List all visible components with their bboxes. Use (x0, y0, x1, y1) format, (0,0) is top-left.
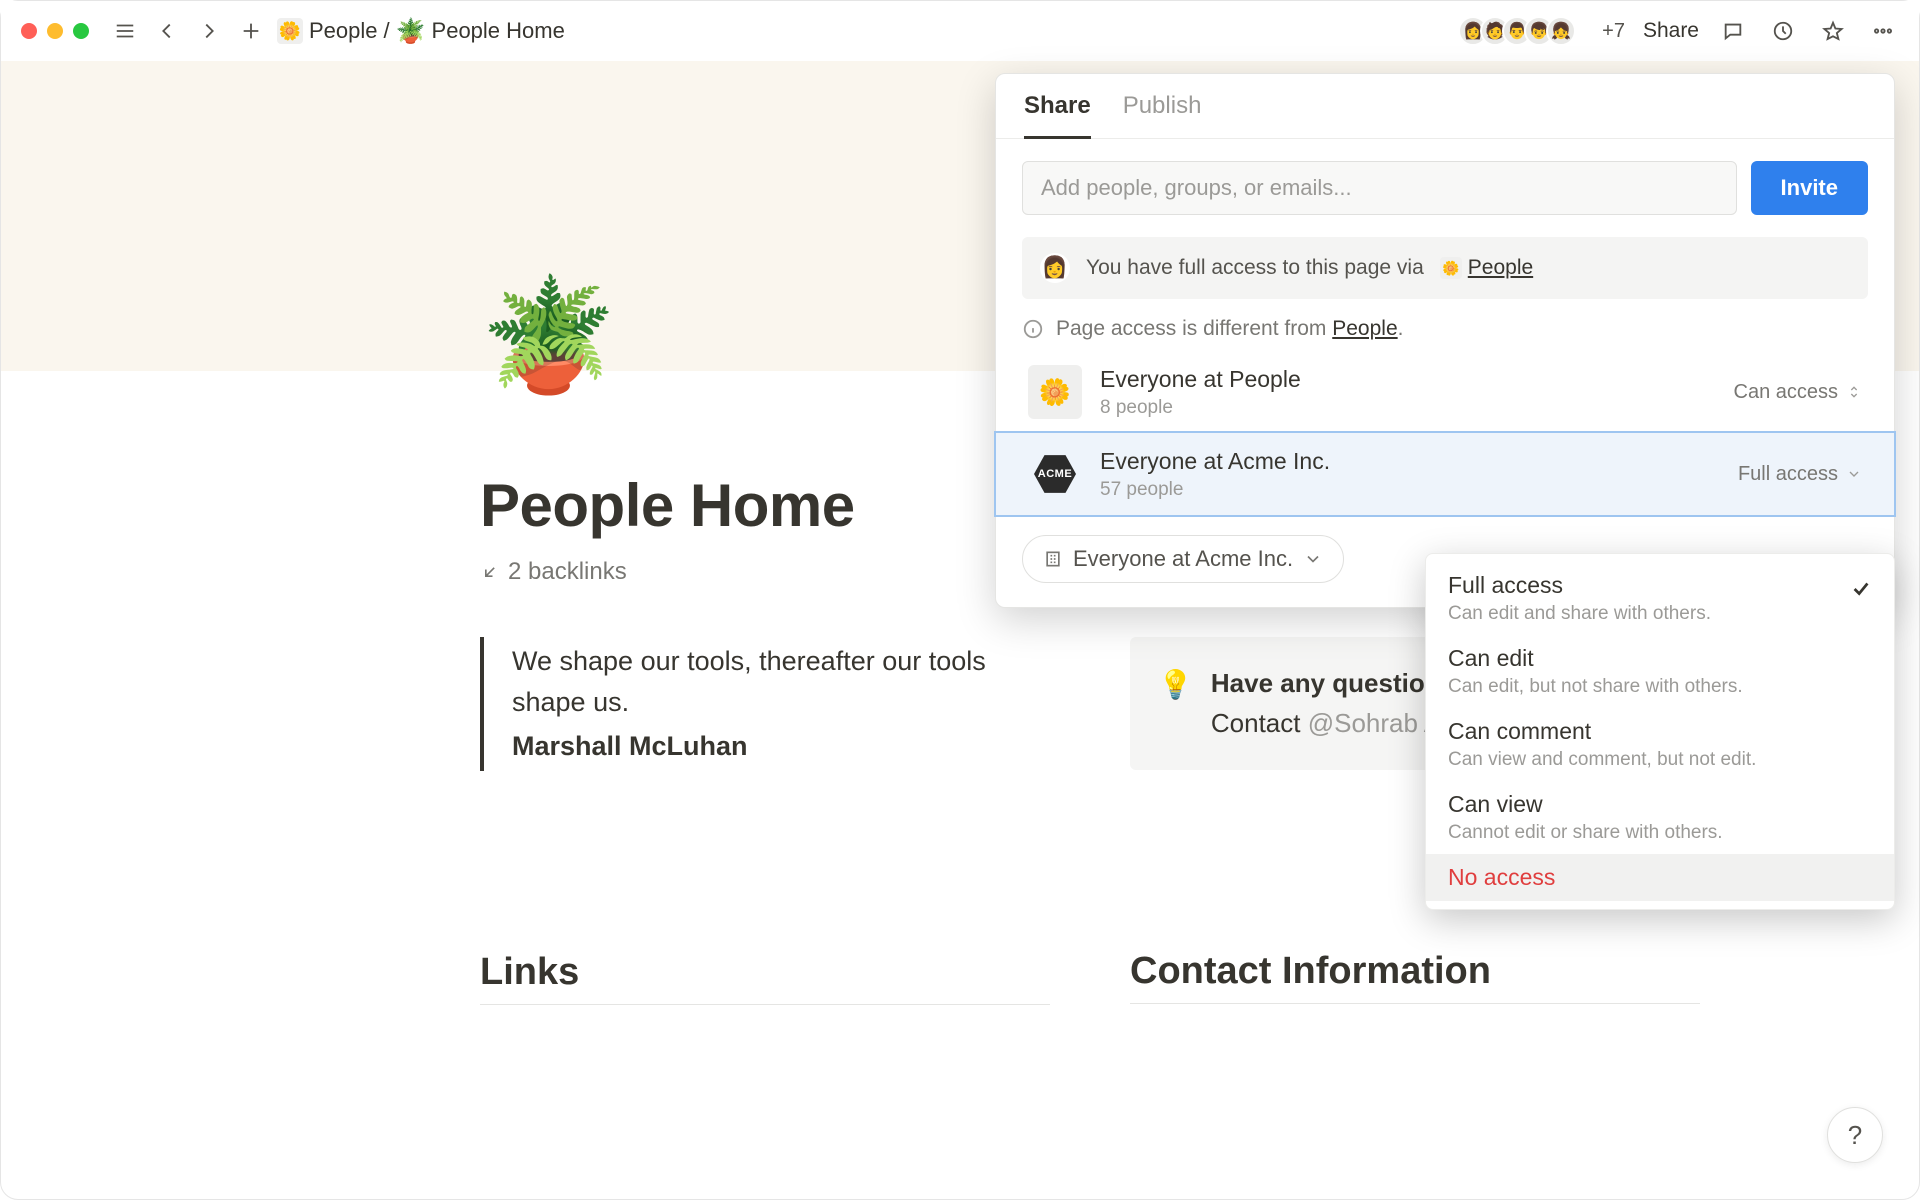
permission-option[interactable]: Can view Cannot edit or share with others… (1426, 781, 1894, 854)
banner-source-chip[interactable]: 🌼 People (1440, 256, 1533, 280)
access-banner: 👩 You have full access to this page via … (1022, 237, 1868, 299)
diff-text-b: . (1398, 317, 1404, 340)
quote-text: We shape our tools, thereafter our tools… (512, 641, 1050, 722)
entity-sub: 8 people (1100, 397, 1716, 419)
entity-title: Everyone at People (1100, 366, 1716, 393)
tab-publish[interactable]: Publish (1123, 92, 1202, 138)
links-heading[interactable]: Links (480, 951, 1050, 1005)
backlink-icon (480, 562, 500, 582)
permission-option-title: No access (1448, 864, 1872, 891)
info-icon (1022, 318, 1044, 340)
chevron-down-icon (1846, 466, 1862, 482)
permission-option[interactable]: Full access Can edit and share with other… (1426, 562, 1894, 635)
entity-sub: 57 people (1100, 479, 1720, 501)
workspace-pill[interactable]: Everyone at Acme Inc. (1022, 535, 1344, 583)
banner-chip-label: People (1468, 256, 1533, 280)
help-button[interactable]: ? (1827, 1107, 1883, 1163)
mention[interactable]: @Sohrab A (1308, 708, 1440, 738)
callout-text-a: Contact (1211, 708, 1308, 738)
invite-input[interactable] (1022, 161, 1737, 215)
invite-button[interactable]: Invite (1751, 161, 1868, 215)
sort-icon (1846, 384, 1862, 400)
chevron-down-icon (1303, 549, 1323, 569)
permission-option[interactable]: Can comment Can view and comment, but not… (1426, 708, 1894, 781)
user-avatar-icon: 👩 (1040, 253, 1070, 283)
backlinks[interactable]: 2 backlinks (480, 558, 627, 586)
banner-chip-icon: 🌼 (1440, 257, 1462, 279)
diff-link[interactable]: People (1332, 317, 1397, 340)
permission-option-title: Can edit (1448, 645, 1872, 672)
permission-option[interactable]: Can edit Can edit, but not share with oth… (1426, 635, 1894, 708)
diff-text-a: Page access is different from (1056, 317, 1332, 340)
permission-option-sub: Can edit, but not share with others. (1448, 676, 1872, 698)
permission-option-title: Can comment (1448, 718, 1872, 745)
org-flower-icon: 🌼 (1028, 365, 1082, 419)
permission-option-title: Full access (1448, 572, 1872, 599)
bulb-icon: 💡 (1158, 663, 1193, 744)
quote-author: Marshall McLuhan (512, 726, 1050, 767)
workspace-pill-label: Everyone at Acme Inc. (1073, 546, 1293, 572)
share-entity-row[interactable]: 🌼 Everyone at People 8 people Can access (1022, 351, 1868, 433)
permission-option[interactable]: No access (1426, 854, 1894, 901)
building-icon (1043, 549, 1063, 569)
permission-option-sub: Cannot edit or share with others. (1448, 822, 1872, 844)
quote-block[interactable]: We shape our tools, thereafter our tools… (480, 637, 1050, 771)
access-diff-row: Page access is different from People. (1022, 317, 1868, 341)
org-hex-icon: ACME (1028, 447, 1082, 501)
contact-heading[interactable]: Contact Information (1130, 950, 1700, 1004)
tab-share[interactable]: Share (1024, 92, 1091, 139)
banner-text: You have full access to this page via (1086, 256, 1424, 280)
backlinks-label: 2 backlinks (508, 558, 627, 586)
entity-permission[interactable]: Full access (1738, 463, 1862, 486)
permission-option-title: Can view (1448, 791, 1872, 818)
permission-menu: Full access Can edit and share with other… (1425, 553, 1895, 910)
permission-option-sub: Can view and comment, but not edit. (1448, 749, 1872, 771)
share-entity-row[interactable]: ACME Everyone at Acme Inc. 57 people Full a… (996, 433, 1894, 515)
entity-permission[interactable]: Can access (1734, 381, 1863, 404)
entity-title: Everyone at Acme Inc. (1100, 448, 1720, 475)
permission-option-sub: Can edit and share with others. (1448, 603, 1872, 625)
check-icon (1850, 578, 1872, 605)
share-popover: Share Publish Invite 👩 You have full acc… (995, 73, 1895, 608)
